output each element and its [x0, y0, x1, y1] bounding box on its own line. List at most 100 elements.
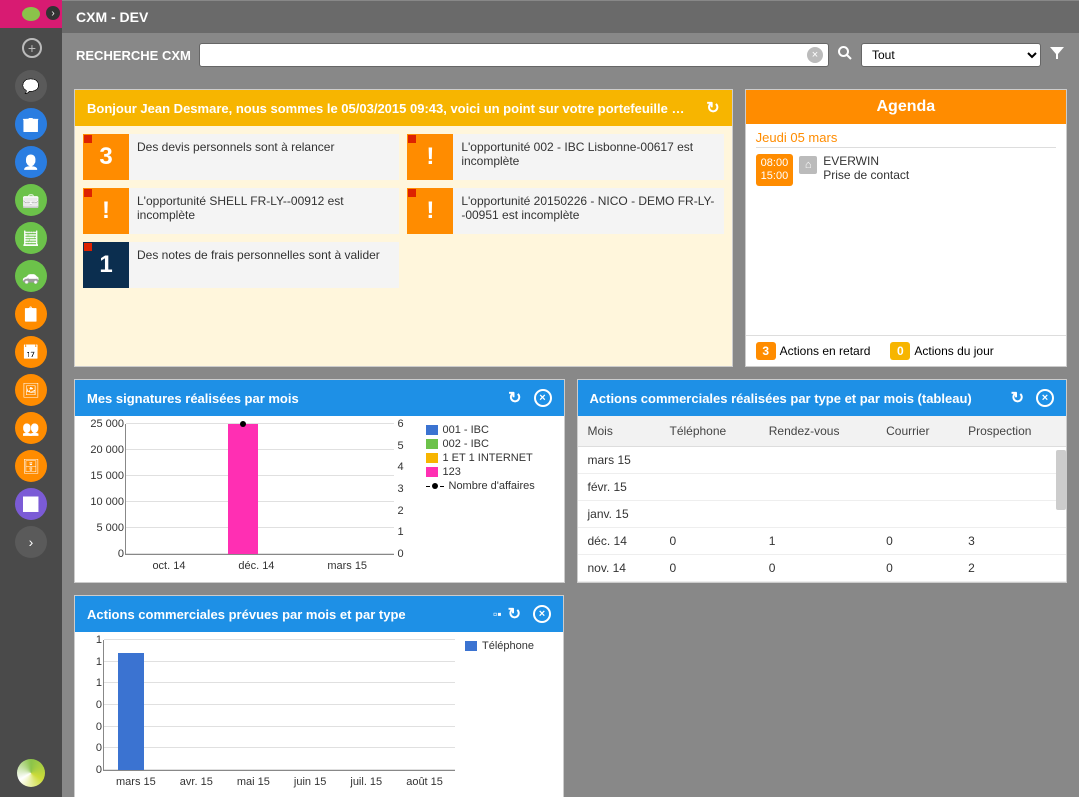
notification-text: L'opportunité 20150226 - NICO - DEMO FR-…	[453, 188, 723, 234]
searchbar: RECHERCHE CXM × Tout	[62, 33, 1079, 77]
late-count: 3	[756, 342, 776, 360]
chevron-right-icon[interactable]: ›	[46, 6, 60, 20]
actions-table-body: MoisTéléphoneRendez-vousCourrierProspect…	[578, 416, 1067, 582]
today-label: Actions du jour	[914, 344, 993, 358]
notification-text: L'opportunité SHELL FR-LY--00912 est inc…	[129, 188, 399, 234]
app-title: CXM - DEV	[76, 9, 148, 25]
notification-text: L'opportunité 002 - IBC Lisbonne-00617 e…	[453, 134, 723, 180]
titlebar: CXM - DEV	[62, 0, 1079, 33]
notification-text: Des notes de frais personnelles sont à v…	[129, 242, 399, 288]
bar-123	[228, 424, 258, 554]
search-input[interactable]	[199, 43, 829, 67]
chat-icon	[22, 7, 40, 21]
notification-badge: 3	[83, 134, 129, 180]
landscape-icon[interactable]: 🖼	[15, 374, 47, 406]
funnel-icon[interactable]	[1049, 45, 1065, 66]
notification-badge: !	[83, 188, 129, 234]
filter-select[interactable]: Tout	[861, 43, 1041, 67]
notification-badge: !	[407, 188, 453, 234]
close-icon[interactable]: ×	[1036, 389, 1054, 407]
table-row[interactable]: janv. 15	[578, 501, 1067, 528]
planned-chart: 1110000 mars 15avr. 15mai 15juin 15juil.…	[75, 632, 563, 797]
notification-item[interactable]: !L'opportunité SHELL FR-LY--00912 est in…	[83, 188, 399, 234]
signatures-header: Mes signatures réalisées par mois ↻ ×	[75, 380, 564, 416]
clear-icon[interactable]: ×	[807, 47, 823, 63]
notification-text: Des devis personnels sont à relancer	[129, 134, 399, 180]
table-header[interactable]: Téléphone	[659, 416, 758, 447]
agenda-date: Jeudi 05 mars	[756, 130, 1056, 148]
portfolio-widget: Bonjour Jean Desmare, nous sommes le 05/…	[74, 89, 733, 367]
scrollbar-thumb[interactable]	[1056, 450, 1066, 510]
signatures-widget: Mes signatures réalisées par mois ↻ × 25…	[74, 379, 565, 583]
everwin-logo-icon	[17, 759, 45, 787]
table-header[interactable]: Prospection	[958, 416, 1066, 447]
home-icon: ⌂	[799, 156, 817, 174]
legend-item: 002 - IBC	[426, 438, 556, 450]
dashboard: Bonjour Jean Desmare, nous sommes le 05/…	[62, 77, 1079, 797]
sidebar-logo[interactable]: ›	[0, 0, 62, 28]
calculator-icon[interactable]: 🧮	[15, 222, 47, 254]
car-icon[interactable]: 🚗	[15, 260, 47, 292]
actions-table: MoisTéléphoneRendez-vousCourrierProspect…	[578, 416, 1067, 582]
legend-item: 001 - IBC	[426, 424, 556, 436]
signatures-chart: 25 00020 00015 00010 0005 0000 6543210 o…	[75, 416, 564, 581]
agenda-header: Agenda	[746, 90, 1066, 124]
close-icon[interactable]: ×	[534, 389, 552, 407]
add-icon[interactable]: +	[22, 38, 42, 58]
drawer-icon[interactable]: 🗄	[15, 450, 47, 482]
table-row[interactable]: mars 15	[578, 447, 1067, 474]
line-point	[240, 421, 246, 427]
bar-telephone	[118, 653, 144, 770]
search-icon[interactable]	[837, 45, 853, 66]
notification-item[interactable]: !L'opportunité 002 - IBC Lisbonne-00617 …	[407, 134, 723, 180]
calendar-icon[interactable]: 📅	[15, 336, 47, 368]
refresh-icon[interactable]: ↻	[508, 388, 521, 408]
table-row[interactable]: févr. 15	[578, 474, 1067, 501]
group-icon[interactable]: 👥	[15, 412, 47, 444]
planned-header: Actions commerciales prévues par mois et…	[75, 596, 563, 632]
planned-widget: Actions commerciales prévues par mois et…	[74, 595, 564, 797]
table-header[interactable]: Courrier	[876, 416, 958, 447]
briefcase-icon[interactable]: 💼	[15, 184, 47, 216]
notification-badge: !	[407, 134, 453, 180]
notification-item[interactable]: 1Des notes de frais personnelles sont à …	[83, 242, 399, 288]
legend-item: 1 ET 1 INTERNET	[426, 452, 556, 464]
portfolio-title: Bonjour Jean Desmare, nous sommes le 05/…	[87, 101, 684, 116]
planned-title: Actions commerciales prévues par mois et…	[87, 607, 406, 622]
refresh-icon[interactable]: ↻	[1011, 388, 1024, 408]
legend-item: Nombre d'affaires	[426, 480, 556, 492]
table-header[interactable]: Mois	[578, 416, 660, 447]
agenda-item[interactable]: 08:00 15:00 ⌂ EVERWIN Prise de contact	[756, 154, 1056, 186]
notification-item[interactable]: !L'opportunité 20150226 - NICO - DEMO FR…	[407, 188, 723, 234]
calendar-notes-icon[interactable]: 📋	[15, 298, 47, 330]
user-icon[interactable]: 👤	[15, 146, 47, 178]
search-label: RECHERCHE CXM	[76, 48, 191, 63]
refresh-icon[interactable]: ↻	[706, 98, 719, 118]
settings-icon[interactable]: ▫▪	[493, 607, 502, 621]
comment-icon[interactable]: 💬	[15, 70, 47, 102]
close-icon[interactable]: ×	[533, 605, 551, 623]
main-area: CXM - DEV RECHERCHE CXM × Tout Bonjour J…	[62, 0, 1079, 797]
late-label: Actions en retard	[780, 344, 871, 358]
table-row[interactable]: nov. 140002	[578, 555, 1067, 582]
agenda-footer: 3 Actions en retard 0 Actions du jour	[746, 335, 1066, 366]
barchart-icon[interactable]: 📊	[15, 488, 47, 520]
actions-table-widget: Actions commerciales réalisées par type …	[577, 379, 1068, 583]
notification-badge: 1	[83, 242, 129, 288]
today-count: 0	[890, 342, 910, 360]
actions-table-header: Actions commerciales réalisées par type …	[578, 380, 1067, 416]
table-row[interactable]: déc. 140103	[578, 528, 1067, 555]
agenda-details: EVERWIN Prise de contact	[823, 154, 909, 182]
more-icon[interactable]: ›	[15, 526, 47, 558]
legend-item: Téléphone	[465, 640, 555, 652]
notification-item[interactable]: 3Des devis personnels sont à relancer	[83, 134, 399, 180]
agenda-widget: Agenda Jeudi 05 mars 08:00 15:00 ⌂ EVERW…	[745, 89, 1067, 367]
building-icon[interactable]: 🏢	[15, 108, 47, 140]
app-logo	[17, 759, 45, 787]
refresh-icon[interactable]: ↻	[508, 604, 521, 624]
agenda-title: Agenda	[877, 98, 936, 116]
portfolio-body: 3Des devis personnels sont à relancer!L'…	[75, 126, 732, 366]
sidebar: › + 💬 🏢 👤 💼 🧮 🚗 📋 📅 🖼 👥 🗄 📊 ›	[0, 0, 62, 797]
table-header[interactable]: Rendez-vous	[759, 416, 876, 447]
portfolio-header: Bonjour Jean Desmare, nous sommes le 05/…	[75, 90, 732, 126]
